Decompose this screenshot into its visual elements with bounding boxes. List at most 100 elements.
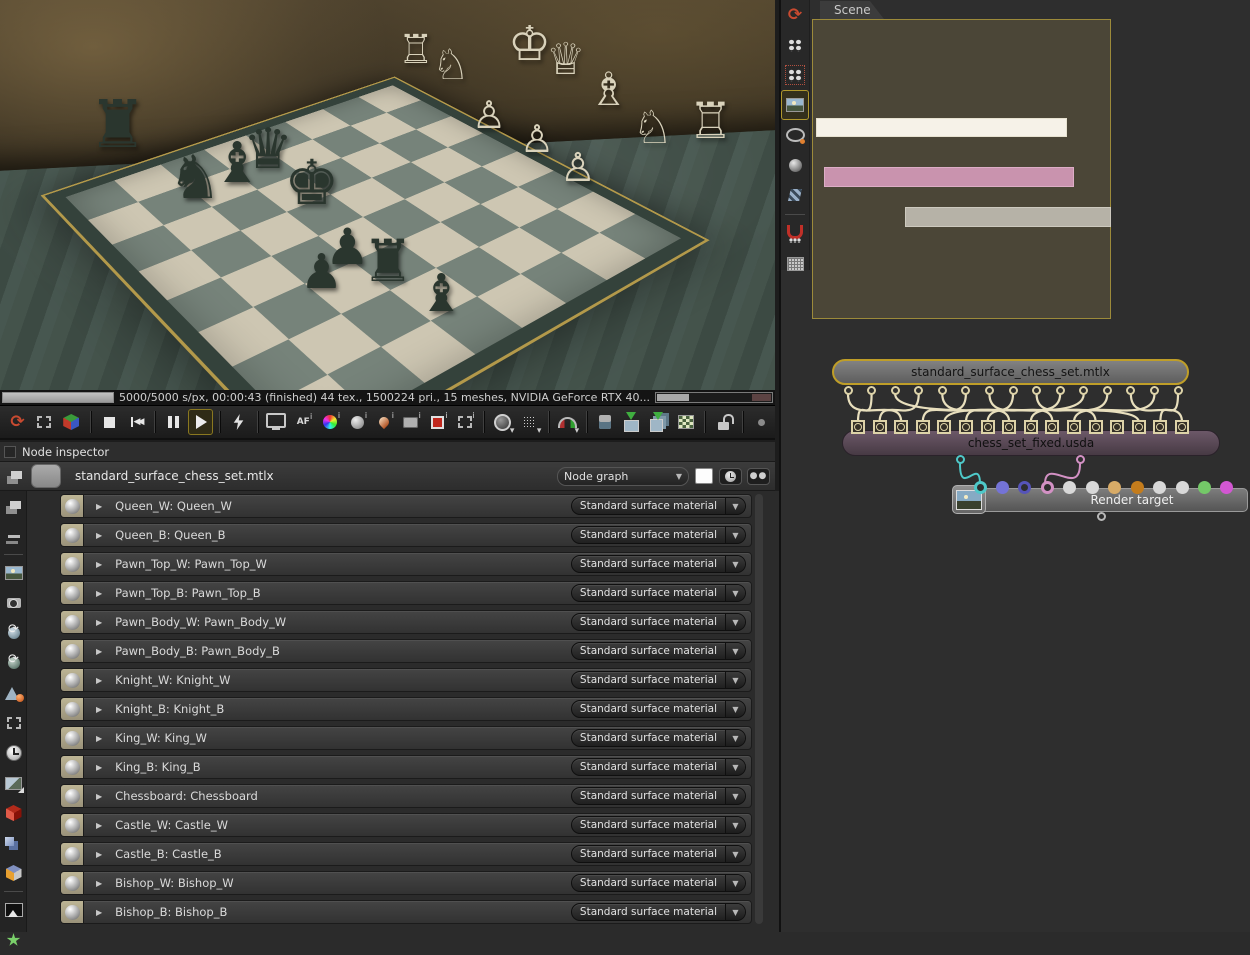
- options-button[interactable]: [749, 409, 774, 435]
- scene-object-bar[interactable]: [905, 207, 1111, 227]
- geometry-input-port[interactable]: [1132, 420, 1146, 434]
- material-output-port[interactable]: [1079, 386, 1088, 395]
- exposure-button[interactable]: [345, 409, 370, 435]
- material-row[interactable]: ▶King_B: King_BStandard surface material…: [60, 755, 752, 779]
- fit-view-button[interactable]: [32, 409, 57, 435]
- solid-display-button[interactable]: [0, 798, 27, 828]
- dropdown-arrow-icon[interactable]: ▼: [725, 614, 745, 630]
- material-row[interactable]: ▶Knight_B: Knight_BStandard surface mate…: [60, 697, 752, 721]
- material-type-dropdown[interactable]: Standard surface material▼: [571, 758, 746, 776]
- hatch-pattern-button[interactable]: [781, 180, 809, 210]
- material-node[interactable]: standard_surface_chess_set.mtlx: [832, 359, 1189, 385]
- expand-arrow-icon[interactable]: ▶: [96, 647, 102, 656]
- view-mode-dropdown[interactable]: Node graph ▼: [557, 467, 689, 486]
- geometry-output-port[interactable]: [956, 455, 965, 464]
- material-type-dropdown[interactable]: Standard surface material▼: [571, 555, 746, 573]
- history-button[interactable]: [719, 468, 742, 485]
- material-output-port[interactable]: [961, 386, 970, 395]
- dropdown-arrow-icon[interactable]: ▼: [725, 701, 745, 717]
- geometry-input-port[interactable]: [1089, 420, 1103, 434]
- display-output-button[interactable]: [264, 409, 289, 435]
- expand-arrow-icon[interactable]: ▶: [96, 502, 102, 511]
- crop-region-button[interactable]: [452, 409, 477, 435]
- material-type-dropdown[interactable]: Standard surface material▼: [571, 787, 746, 805]
- material-row[interactable]: ▶Pawn_Body_B: Pawn_Body_BStandard surfac…: [60, 639, 752, 663]
- material-row[interactable]: ▶Castle_B: Castle_BStandard surface mate…: [60, 842, 752, 866]
- material-type-dropdown[interactable]: Standard surface material▼: [571, 845, 746, 863]
- node-color-button[interactable]: [31, 464, 61, 488]
- instances-display-button[interactable]: [0, 828, 27, 858]
- material-type-dropdown[interactable]: Standard surface material▼: [571, 816, 746, 834]
- image-panel-button[interactable]: [781, 90, 809, 120]
- geometry-input-port[interactable]: [1024, 420, 1038, 434]
- material-type-dropdown[interactable]: Standard surface material▼: [571, 526, 746, 544]
- render-port[interactable]: [996, 481, 1009, 494]
- material-row[interactable]: ▶Pawn_Top_W: Pawn_Top_WStandard surface …: [60, 552, 752, 576]
- magnet-snap-button[interactable]: [781, 219, 809, 249]
- restart-render-button[interactable]: [124, 409, 149, 435]
- panel-compact-button[interactable]: [0, 521, 27, 551]
- geometry-input-port[interactable]: [873, 420, 887, 434]
- expand-arrow-icon[interactable]: ▶: [96, 531, 102, 540]
- material-output-port[interactable]: [891, 386, 900, 395]
- material-type-dropdown[interactable]: Standard surface material▼: [571, 729, 746, 747]
- geometry-output-port[interactable]: [1076, 455, 1085, 464]
- stop-render-button[interactable]: [97, 409, 122, 435]
- expand-arrow-icon[interactable]: ▶: [96, 821, 102, 830]
- scene-object-bar[interactable]: [816, 118, 1067, 137]
- geometry-input-port[interactable]: [894, 420, 908, 434]
- material-type-dropdown[interactable]: Standard surface material▼: [571, 642, 746, 660]
- graph-expand-button[interactable]: [781, 30, 809, 60]
- dropdown-arrow-icon[interactable]: ▼: [725, 585, 745, 601]
- sync-scene-button[interactable]: [781, 0, 809, 30]
- time-view-button[interactable]: [0, 738, 27, 768]
- material-type-dropdown[interactable]: Standard surface material▼: [571, 874, 746, 892]
- material-type-dropdown[interactable]: Standard surface material▼: [571, 671, 746, 689]
- color-swatch[interactable]: [695, 468, 713, 484]
- material-type-dropdown[interactable]: Standard surface material▼: [571, 903, 746, 921]
- save-all-images-button[interactable]: [646, 409, 671, 435]
- geometry-input-port[interactable]: [1153, 420, 1167, 434]
- expand-arrow-icon[interactable]: ▶: [96, 763, 102, 772]
- expand-arrow-icon[interactable]: ▶: [96, 618, 102, 627]
- dropdown-arrow-icon[interactable]: ▼: [725, 875, 745, 891]
- geometry-input-port[interactable]: [851, 420, 865, 434]
- graph-frame-button[interactable]: [781, 60, 809, 90]
- camera-response-button[interactable]: [398, 409, 423, 435]
- expand-arrow-icon[interactable]: ▶: [96, 792, 102, 801]
- geometry-input-port[interactable]: [1067, 420, 1081, 434]
- material-output-port[interactable]: [1174, 386, 1183, 395]
- geometry-input-port[interactable]: [959, 420, 973, 434]
- render-port[interactable]: [1131, 481, 1144, 494]
- eye-sample-button[interactable]: [781, 120, 809, 150]
- material-output-port[interactable]: [1009, 386, 1018, 395]
- pause-render-button[interactable]: [161, 409, 186, 435]
- material-row[interactable]: ▶Queen_W: Queen_WStandard surface materi…: [60, 494, 752, 518]
- dropdown-arrow-icon[interactable]: ▼: [725, 788, 745, 804]
- save-snapshot-button[interactable]: [673, 409, 698, 435]
- geometry-input-port[interactable]: [981, 420, 995, 434]
- render-port[interactable]: [1176, 481, 1189, 494]
- lock-view-button[interactable]: [711, 409, 736, 435]
- textured-display-button[interactable]: [0, 858, 27, 888]
- panel-handle-icon[interactable]: [4, 446, 16, 458]
- geometry-input-port[interactable]: [1110, 420, 1124, 434]
- rotate-view-button[interactable]: [0, 618, 27, 648]
- material-row[interactable]: ▶Queen_B: Queen_BStandard surface materi…: [60, 523, 752, 547]
- material-output-port[interactable]: [844, 386, 853, 395]
- material-row[interactable]: ▶Bishop_W: Bishop_WStandard surface mate…: [60, 871, 752, 895]
- link-button[interactable]: ●●: [747, 468, 770, 485]
- dropdown-arrow-icon[interactable]: ▼: [725, 527, 745, 543]
- render-port[interactable]: [1153, 481, 1166, 494]
- expand-arrow-icon[interactable]: ▶: [96, 705, 102, 714]
- expand-arrow-icon[interactable]: ▶: [96, 676, 102, 685]
- copy-image-button[interactable]: [593, 409, 618, 435]
- material-row[interactable]: ▶King_W: King_WStandard surface material…: [60, 726, 752, 750]
- render-port[interactable]: [1041, 481, 1054, 494]
- save-image-button[interactable]: [619, 409, 644, 435]
- dropdown-arrow-icon[interactable]: ▼: [725, 730, 745, 746]
- render-region-button[interactable]: [425, 409, 450, 435]
- material-row[interactable]: ▶Bishop_B: Bishop_BStandard surface mate…: [60, 900, 752, 924]
- material-type-dropdown[interactable]: Standard surface material▼: [571, 497, 746, 515]
- material-output-port[interactable]: [1150, 386, 1159, 395]
